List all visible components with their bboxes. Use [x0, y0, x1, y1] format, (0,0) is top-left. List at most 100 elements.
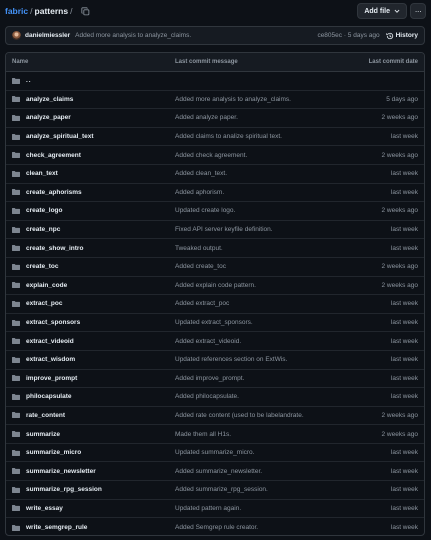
table-row[interactable]: create_logo Updated create logo. 2 weeks a…	[6, 202, 424, 221]
table-row[interactable]: philocapsulate Added philocapsulate. last …	[6, 388, 424, 407]
table-row[interactable]: analyze_claims Added more analysis to ana…	[6, 91, 424, 110]
directory-link[interactable]: summarize_micro	[26, 449, 81, 456]
table-row[interactable]: create_show_intro Tweaked output. last wee…	[6, 239, 424, 258]
breadcrumb-repo-link[interactable]: fabric	[5, 6, 28, 16]
row-commit-message-link[interactable]: Updated references section on ExtWis.	[175, 356, 287, 363]
directory-link[interactable]: create_aphorisms	[26, 189, 82, 196]
row-commit-message-link[interactable]: Added rate content (used to be labelandr…	[175, 412, 304, 419]
table-row[interactable]: create_aphorisms Added aphorism. last week	[6, 184, 424, 203]
history-button[interactable]: History	[385, 32, 418, 40]
table-row[interactable]: extract_sponsors Updated extract_sponsors…	[6, 314, 424, 333]
directory-name-cell: extract_poc	[6, 300, 175, 307]
table-row[interactable]: check_agreement Added check agreement. 2 w…	[6, 146, 424, 165]
row-commit-message-link[interactable]: Updated extract_sponsors.	[175, 319, 253, 326]
folder-icon	[12, 468, 20, 475]
table-row[interactable]: create_npc Fixed API server keyfile defin…	[6, 221, 424, 240]
table-row[interactable]: write_semgrep_rule Added Semgrep rule cre…	[6, 518, 424, 535]
commit-date-cell: last week	[390, 467, 418, 475]
directory-name-cell: extract_sponsors	[6, 319, 175, 326]
directory-link[interactable]: extract_poc	[26, 300, 63, 307]
row-commit-message-link[interactable]: Updated summarize_micro.	[175, 449, 254, 456]
folder-icon	[12, 152, 20, 159]
row-commit-message-link[interactable]: Added clean_text.	[175, 170, 227, 177]
row-commit-message-link[interactable]: Added extract_poc	[175, 300, 229, 307]
table-row[interactable]: extract_videoid Added extract_videoid. las…	[6, 332, 424, 351]
row-commit-message-link[interactable]: Added improve_prompt.	[175, 375, 244, 382]
file-table: Name Last commit message Last commit dat…	[5, 52, 425, 536]
table-row[interactable]: summarize Made them all H1s. 2 weeks ago	[6, 425, 424, 444]
top-bar: fabric / patterns / Add file ···	[0, 0, 431, 22]
directory-link[interactable]: write_semgrep_rule	[26, 524, 87, 531]
directory-link[interactable]: write_essay	[26, 505, 63, 512]
table-row[interactable]: explain_code Added explain code pattern. 2…	[6, 277, 424, 296]
directory-link[interactable]: philocapsulate	[26, 393, 72, 400]
directory-link[interactable]: create_logo	[26, 207, 63, 214]
directory-link[interactable]: analyze_paper	[26, 114, 71, 121]
commit-message-link[interactable]: Added more analysis to analyze_claims.	[75, 32, 191, 39]
row-commit-message-link[interactable]: Added create_toc	[175, 263, 226, 270]
row-commit-message-link[interactable]: Updated create logo.	[175, 207, 235, 214]
row-commit-message-link[interactable]: Made them all H1s.	[175, 431, 231, 438]
directory-name-cell: explain_code	[6, 282, 175, 289]
commit-message-cell: Added explain code pattern.	[175, 282, 344, 289]
directory-link[interactable]: check_agreement	[26, 152, 81, 159]
table-row[interactable]: create_toc Added create_toc 2 weeks ago	[6, 258, 424, 277]
commit-message-cell: Updated extract_sponsors.	[175, 319, 344, 326]
directory-name-cell: analyze_spiritual_text	[6, 133, 175, 140]
table-row[interactable]: extract_wisdom Updated references section…	[6, 351, 424, 370]
commit-date-cell: last week	[390, 374, 418, 382]
table-row[interactable]: summarize_rpg_session Added summarize_rpg…	[6, 481, 424, 500]
row-commit-message-link[interactable]: Added more analysis to analyze_claims.	[175, 96, 291, 103]
table-row[interactable]: improve_prompt Added improve_prompt. last …	[6, 370, 424, 389]
row-commit-message-link[interactable]: Added check agreement.	[175, 152, 247, 159]
table-row[interactable]: clean_text Added clean_text. last week	[6, 165, 424, 184]
directory-link[interactable]: summarize_newsletter	[26, 468, 96, 475]
table-row[interactable]: extract_poc Added extract_poc last week	[6, 295, 424, 314]
directory-link[interactable]: explain_code	[26, 282, 67, 289]
table-row[interactable]: summarize_micro Updated summarize_micro. l…	[6, 444, 424, 463]
folder-icon	[12, 170, 20, 177]
directory-link[interactable]: rate_content	[26, 412, 65, 419]
directory-link[interactable]: analyze_spiritual_text	[26, 133, 94, 140]
row-commit-message-link[interactable]: Added extract_videoid.	[175, 338, 241, 345]
row-commit-message-link[interactable]: Added claims to analize spiritual text.	[175, 133, 282, 140]
copy-path-button[interactable]	[80, 6, 90, 16]
table-row[interactable]: summarize_newsletter Added summarize_news…	[6, 462, 424, 482]
row-commit-message-link[interactable]: Added summarize_newsletter.	[175, 468, 262, 475]
row-commit-message-link[interactable]: Added explain code pattern.	[175, 282, 256, 289]
directory-link[interactable]: extract_wisdom	[26, 356, 75, 363]
avatar[interactable]	[12, 31, 21, 40]
commit-message-cell: Added check agreement.	[175, 152, 344, 159]
table-row[interactable]: analyze_spiritual_text Added claims to an…	[6, 128, 424, 147]
directory-link[interactable]: summarize_rpg_session	[26, 486, 102, 493]
row-commit-message-link[interactable]: Added analyze paper.	[175, 114, 238, 121]
commit-date-cell: last week	[390, 133, 418, 141]
directory-link[interactable]: extract_sponsors	[26, 319, 80, 326]
commit-message-cell: Added aphorism.	[175, 189, 344, 196]
directory-link[interactable]: create_toc	[26, 263, 59, 270]
directory-link[interactable]: improve_prompt	[26, 375, 77, 382]
row-commit-message-link[interactable]: Tweaked output.	[175, 245, 223, 252]
directory-link[interactable]: create_npc	[26, 226, 60, 233]
row-commit-message-link[interactable]: Added philocapsulate.	[175, 393, 239, 400]
directory-link[interactable]: summarize	[26, 431, 60, 438]
commit-author-link[interactable]: danielmiessler	[25, 32, 70, 39]
row-commit-message-link[interactable]: Fixed API server keyfile definition.	[175, 226, 273, 233]
row-commit-message-link[interactable]: Added aphorism.	[175, 189, 224, 196]
row-commit-message-link[interactable]: Added summarize_rpg_session.	[175, 486, 268, 493]
directory-link[interactable]: clean_text	[26, 170, 58, 177]
row-commit-message-link[interactable]: Added Semgrep rule creator.	[175, 524, 258, 531]
table-row[interactable]: write_essay Updated pattern again. last we…	[6, 500, 424, 519]
folder-icon	[12, 282, 20, 289]
row-commit-message-link[interactable]: Updated pattern again.	[175, 505, 241, 512]
table-row[interactable]: analyze_paper Added analyze paper. 2 weeks…	[6, 109, 424, 128]
parent-directory-row[interactable]: ..	[6, 72, 424, 91]
commit-hash-time[interactable]: ce805ec · 5 days ago	[317, 32, 379, 39]
directory-link[interactable]: create_show_intro	[26, 245, 83, 252]
parent-directory-link[interactable]: ..	[26, 77, 32, 84]
directory-link[interactable]: analyze_claims	[26, 96, 73, 103]
table-row[interactable]: rate_content Added rate content (used to …	[6, 407, 424, 426]
more-options-button[interactable]: ···	[410, 3, 426, 19]
directory-link[interactable]: extract_videoid	[26, 338, 74, 345]
add-file-button[interactable]: Add file	[357, 3, 407, 19]
